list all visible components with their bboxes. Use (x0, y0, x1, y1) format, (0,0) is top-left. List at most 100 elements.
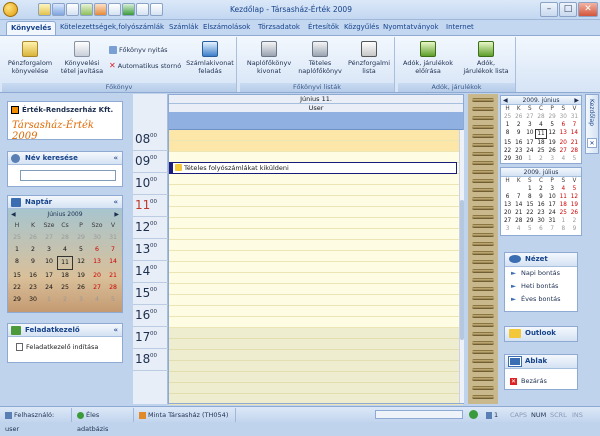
time-slot[interactable] (169, 130, 463, 141)
calendar-day[interactable]: 1 (524, 185, 535, 193)
calendar-day[interactable]: 5 (569, 185, 580, 193)
calendar-day[interactable]: 22 (502, 147, 513, 155)
view-header[interactable]: Nézet (505, 253, 577, 267)
calendar-day[interactable]: 5 (547, 121, 558, 129)
tasks-start-link[interactable]: Feladatkezelő indítása (8, 337, 122, 351)
close-button[interactable]: ✕ (578, 2, 598, 17)
szamlakivonat-button[interactable]: Számlakivonat feladás (185, 41, 235, 75)
calendar-day[interactable]: 18 (57, 270, 73, 282)
calendar-day[interactable]: 23 (513, 147, 524, 155)
calendar-day[interactable]: 30 (558, 113, 569, 121)
calendar-day[interactable]: 30 (535, 217, 546, 225)
vertical-scrollbar[interactable] (459, 130, 464, 403)
calendar-day[interactable]: 5 (524, 225, 535, 233)
minimize-button[interactable]: – (540, 2, 558, 17)
calendar-day[interactable]: 14 (569, 129, 580, 139)
calendar-day[interactable]: 26 (73, 282, 89, 294)
appointment[interactable]: Tételes folyószámlákat kiküldeni (169, 162, 457, 174)
daily-view-link[interactable]: ► Napi bontás (505, 267, 577, 280)
calendar-day[interactable]: 19 (73, 270, 89, 282)
calendar-day[interactable]: 18 (535, 139, 546, 147)
time-slot[interactable] (169, 306, 463, 317)
collapse-chevron-icon[interactable]: « (113, 152, 118, 164)
calendar-day[interactable]: 6 (535, 225, 546, 233)
calendar-day[interactable]: 8 (9, 256, 25, 270)
calendar-day[interactable]: 5 (73, 244, 89, 256)
calendar-day[interactable]: 31 (569, 113, 580, 121)
calendar-day[interactable]: 3 (547, 155, 558, 163)
calendar-day[interactable]: 3 (547, 185, 558, 193)
calendar-day[interactable]: 14 (513, 201, 524, 209)
quick-user-icon[interactable] (94, 3, 107, 16)
calendar-day[interactable]: 27 (558, 147, 569, 155)
quick-open-icon[interactable] (52, 3, 65, 16)
calendar-day[interactable]: 3 (41, 244, 57, 256)
outlook-header[interactable]: Outlook (505, 327, 577, 341)
calendar-day[interactable]: 5 (569, 155, 580, 163)
calendar-day[interactable]: 22 (9, 282, 25, 294)
tab-nyomtatvanyok[interactable]: Nyomtatványok (379, 21, 443, 35)
calendar-day[interactable]: 7 (105, 244, 121, 256)
calendar-day[interactable]: 31 (547, 217, 558, 225)
minical-prev-icon[interactable]: ◀ (503, 96, 508, 105)
scroll-thumb[interactable] (460, 200, 464, 340)
quick-doc2-icon[interactable] (150, 3, 163, 16)
calendar-day[interactable]: 24 (547, 209, 558, 217)
calendar-day[interactable]: 16 (513, 139, 524, 147)
yearly-view-link[interactable]: ► Éves bontás (505, 293, 577, 306)
time-slot[interactable] (169, 240, 463, 251)
calendar-day[interactable]: 4 (513, 225, 524, 233)
time-slot[interactable] (169, 284, 463, 295)
calendar-collapse-icon[interactable]: « (113, 196, 118, 208)
side-tab-close-icon[interactable]: ✕ (587, 138, 597, 148)
calendar-day[interactable]: 13 (89, 256, 105, 270)
calendar-day[interactable]: 4 (57, 244, 73, 256)
konyvelesi-tetel-button[interactable]: Könyvelési tétel javítása (58, 41, 106, 75)
calendar-day[interactable]: 27 (41, 232, 57, 244)
search-header[interactable]: Név keresése « (8, 152, 122, 165)
calendar-day[interactable]: 29 (547, 113, 558, 121)
calendar-day[interactable]: 2 (57, 294, 73, 306)
quick-save-icon[interactable] (38, 3, 51, 16)
minical-next-icon[interactable]: ▶ (574, 96, 579, 105)
calendar-day[interactable]: 5 (105, 294, 121, 306)
tab-szamlak[interactable]: Számlák (165, 21, 203, 35)
calendar-day[interactable]: 3 (524, 121, 535, 129)
next-month-icon[interactable]: ▶ (114, 211, 119, 218)
side-tab-kezdolap[interactable]: Kezdőlap ✕ (585, 94, 599, 154)
calendar-day[interactable]: 8 (558, 225, 569, 233)
calendar-day[interactable]: 2 (535, 155, 546, 163)
calendar-day[interactable]: 20 (502, 209, 513, 217)
calendar-day[interactable]: 26 (569, 209, 580, 217)
calendar-day[interactable]: 18 (558, 201, 569, 209)
calendar-day[interactable]: 11 (558, 193, 569, 201)
weekly-view-link[interactable]: ► Heti bontás (505, 280, 577, 293)
calendar-day[interactable]: 13 (502, 201, 513, 209)
calendar-day[interactable]: 12 (73, 256, 89, 270)
calendar-day[interactable]: 27 (524, 113, 535, 121)
tab-internet[interactable]: Internet (442, 21, 478, 35)
calendar-day[interactable]: 7 (569, 121, 580, 129)
calendar-day[interactable]: 2 (535, 185, 546, 193)
teteles-naplofokonyv-button[interactable]: Tételes naplófőkönyv (296, 41, 344, 75)
calendar-day[interactable]: 15 (502, 139, 513, 147)
calendar-day[interactable]: 26 (513, 113, 524, 121)
penzforgalmi-lista-button[interactable]: Pénzforgalmi lista (346, 41, 392, 75)
calendar-day[interactable]: 16 (535, 201, 546, 209)
calendar-header[interactable]: Naptár « (8, 196, 122, 209)
calendar-day[interactable]: 12 (569, 193, 580, 201)
calendar-day[interactable]: 19 (547, 139, 558, 147)
calendar-day[interactable]: 11 (535, 129, 547, 139)
calendar-day[interactable]: 2 (513, 121, 524, 129)
calendar-day[interactable]: 25 (57, 282, 73, 294)
calendar-day[interactable]: 10 (41, 256, 57, 270)
calendar-day[interactable]: 4 (558, 185, 569, 193)
calendar-day[interactable]: 29 (73, 232, 89, 244)
calendar-day[interactable]: 30 (89, 232, 105, 244)
calendar-day[interactable]: 31 (105, 232, 121, 244)
calendar-day[interactable]: 6 (502, 193, 513, 201)
calendar-day[interactable]: 28 (569, 147, 580, 155)
calendar-day[interactable]: 9 (535, 193, 546, 201)
calendar-day[interactable]: 6 (89, 244, 105, 256)
calendar-day[interactable]: 14 (105, 256, 121, 270)
